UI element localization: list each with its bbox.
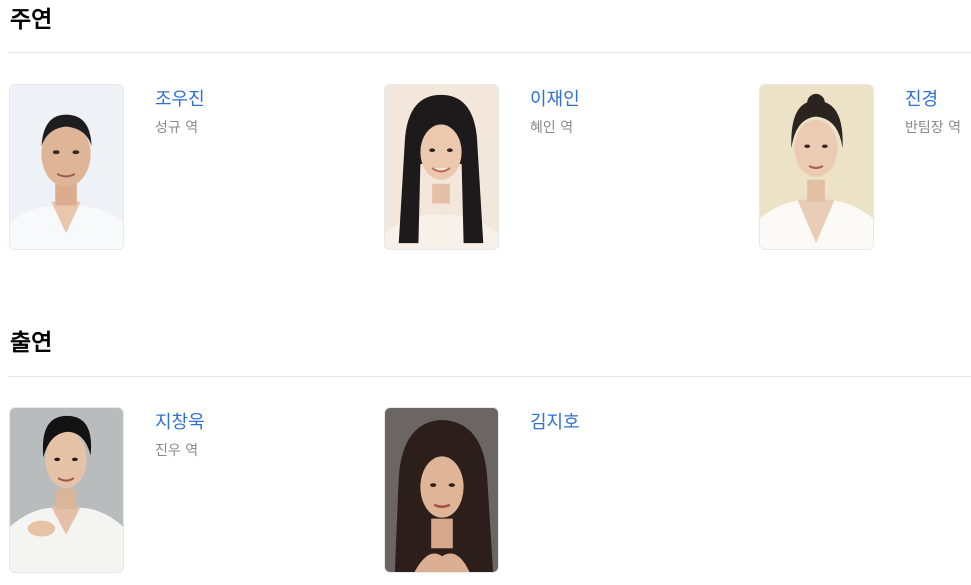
section-divider xyxy=(8,376,971,377)
cast-card: 지창욱 진우 역 xyxy=(9,407,369,575)
actor-photo[interactable] xyxy=(384,407,499,573)
actor-photo[interactable] xyxy=(9,407,124,573)
actor-name-link[interactable]: 지창욱 xyxy=(155,412,205,434)
section-title-supporting-cast: 출연 xyxy=(10,330,53,356)
actor-name-link[interactable]: 김지호 xyxy=(530,412,580,434)
supporting-cast-section: 출연 지창욱 진우 역 김지호 xyxy=(0,0,971,585)
cast-card: 김지호 xyxy=(384,407,744,575)
actor-role: 진우 역 xyxy=(155,443,199,459)
